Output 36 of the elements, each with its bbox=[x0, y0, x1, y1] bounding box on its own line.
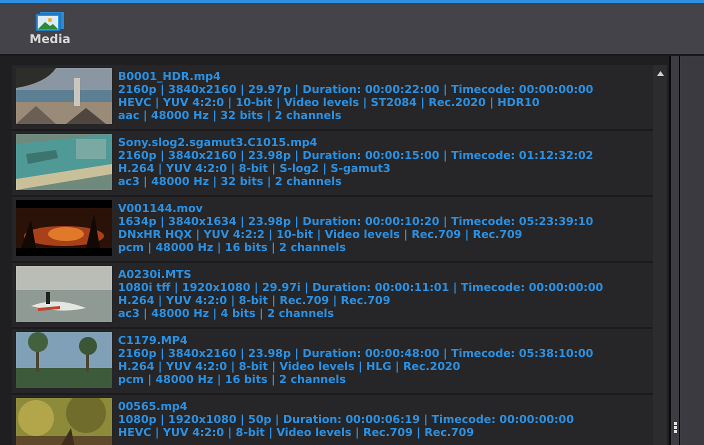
scrollbar[interactable] bbox=[653, 65, 667, 445]
media-info: HEVC | YUV 4:2:0 | 8-bit | Video levels | Rec.709 | Rec.709 bbox=[118, 426, 475, 439]
media-info: 2160p | 3840x2160 | 23.98p | Duration: 00:00:48:00 | Timecode: 05:38:10:00 bbox=[118, 347, 594, 360]
media-info: 1634p | 3840x1634 | 23.98p | Duration: 00:00:10:20 | Timecode: 05:23:39:10 bbox=[118, 215, 594, 228]
file-name: 00565.mp4 bbox=[118, 400, 188, 413]
file-name: C1179.MP4 bbox=[118, 334, 189, 347]
media-item[interactable]: V001144.mov 1634p | 3840x1634 | 23.98p | Duration: 00:00:10:20 | Timecode: 05:23:39:10 DNxHR HQX | YUV 4:2:2 | 10-bit | Video levels | Rec.709 | Rec.709 pcm | 48000 Hz | 16 bits | 2 channels bbox=[12, 197, 653, 263]
file-name: B0001_HDR.mp4 bbox=[118, 70, 222, 83]
media-item[interactable]: Sony.slog2.sgamut3.C1015.mp4 2160p | 3840x2160 | 23.98p | Duration: 00:00:15:00 | Timecode: 01:12:32:02 H.264 | YUV 4:2:0 | 8-bit | S-log2 | S-gamut3 ac3 | 48000 Hz | 32 bits | 2 channels bbox=[12, 131, 653, 197]
media-info: 2160p | 3840x2160 | 29.97p | Duration: 00:00:22:00 | Timecode: 00:00:00:00 bbox=[118, 83, 594, 96]
media-info: 2160p | 3840x2160 | 23.98p | Duration: 00:00:15:00 | Timecode: 01:12:32:02 bbox=[118, 149, 594, 162]
toolbar-label: Media bbox=[30, 32, 70, 46]
media-info: ac3 | 48000 Hz | 4 bits | 2 channels bbox=[118, 307, 335, 320]
media-item[interactable]: 00565.mp4 1080p | 1920x1080 | 50p | Duration: 00:00:06:19 | Timecode: 00:00:00:00 HEVC | YUV 4:2:0 | 8-bit | Video levels | Rec.709 | Rec.709 bbox=[12, 395, 653, 445]
media-info: aac | 48000 Hz | 32 bits | 2 channels bbox=[118, 109, 342, 122]
splitter-handle[interactable] bbox=[671, 56, 679, 445]
media-info: DNxHR HQX | YUV 4:2:2 | 10-bit | Video levels | Rec.709 | Rec.709 bbox=[118, 228, 524, 241]
media-info: 1080i tff | 1920x1080 | 29.97i | Duration: 00:00:11:01 | Timecode: 00:00:00:00 bbox=[118, 281, 604, 294]
file-name: V001144.mov bbox=[118, 202, 204, 215]
media-info: H.264 | YUV 4:2:0 | 8-bit | Video levels | HLG | Rec.2020 bbox=[118, 360, 462, 373]
media-info: 1080p | 1920x1080 | 50p | Duration: 00:00:06:19 | Timecode: 00:00:00:00 bbox=[118, 413, 574, 426]
scroll-up-icon bbox=[656, 71, 664, 76]
media-item[interactable]: A0230i.MTS 1080i tff | 1920x1080 | 29.97i | Duration: 00:00:11:01 | Timecode: 00:00:00:00 H.264 | YUV 4:2:0 | 8-bit | Rec.709 | Rec.709 ac3 | 48000 Hz | 4 bits | 2 channels bbox=[12, 263, 653, 329]
media-item[interactable]: C1179.MP4 2160p | 3840x2160 | 23.98p | Duration: 00:00:48:00 | Timecode: 05:38:10:00 H.264 | YUV 4:2:0 | 8-bit | Video levels | HLG | Rec.2020 pcm | 48000 Hz | 16 bits | 2 channels bbox=[12, 329, 653, 395]
file-name: Sony.slog2.sgamut3.C1015.mp4 bbox=[118, 136, 318, 149]
image-stack-icon bbox=[35, 11, 65, 31]
grip-icon bbox=[674, 422, 676, 433]
media-info: pcm | 48000 Hz | 16 bits | 2 channels bbox=[118, 241, 347, 254]
file-name: A0230i.MTS bbox=[118, 268, 192, 281]
media-item[interactable]: B0001_HDR.mp4 2160p | 3840x2160 | 29.97p | Duration: 00:00:22:00 | Timecode: 00:00:00:00 HEVC | YUV 4:2:0 | 10-bit | Video levels | ST2084 | Rec.2020 | HDR10 aac | 48000 Hz | 32 bits | 2 channels bbox=[12, 65, 653, 131]
media-info: HEVC | YUV 4:2:0 | 10-bit | Video levels | ST2084 | Rec.2020 | HDR10 bbox=[118, 96, 541, 109]
media-info: H.264 | YUV 4:2:0 | 8-bit | Rec.709 | Rec.709 bbox=[118, 294, 392, 307]
media-info: ac3 | 48000 Hz | 32 bits | 2 channels bbox=[118, 175, 343, 188]
media-info: pcm | 48000 Hz | 16 bits | 2 channels bbox=[118, 373, 347, 386]
media-toolbar-button[interactable]: Media bbox=[24, 11, 76, 46]
media-info: H.264 | YUV 4:2:0 | 8-bit | S-log2 | S-gamut3 bbox=[118, 162, 392, 175]
